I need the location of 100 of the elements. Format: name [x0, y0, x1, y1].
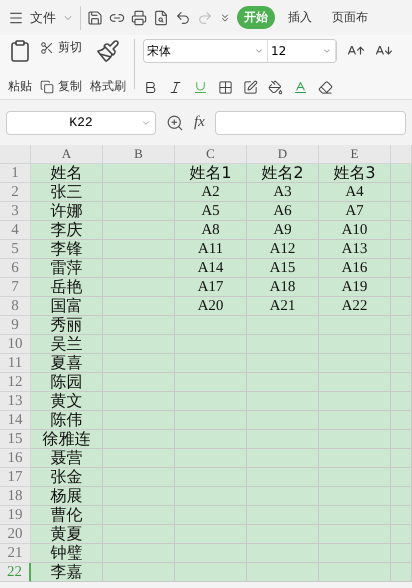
column-header[interactable]: A [31, 145, 103, 164]
row-header[interactable]: 2 [0, 183, 31, 202]
row-header[interactable]: 22 [0, 563, 31, 582]
table-cell: 张金 [31, 468, 103, 487]
row-header[interactable]: 6 [0, 259, 31, 278]
table-cell [319, 373, 391, 392]
font-name: 宋体 [147, 42, 171, 60]
table-cell: A5 [175, 202, 247, 221]
row-header[interactable]: 14 [0, 411, 31, 430]
table-cell [319, 563, 391, 582]
scissors-icon[interactable] [40, 40, 54, 54]
zoom-icon[interactable] [166, 114, 184, 132]
table-cell: 张三 [31, 183, 103, 202]
row-header[interactable]: 15 [0, 430, 31, 449]
table-cell: A20 [175, 297, 247, 316]
column-header[interactable]: E [319, 145, 391, 164]
row-header[interactable]: 5 [0, 240, 31, 259]
table-cell [391, 278, 412, 297]
table-cell [391, 487, 412, 506]
table-cell [247, 468, 319, 487]
table-cell: A13 [319, 240, 391, 259]
borders-icon[interactable] [218, 80, 233, 95]
table-cell [103, 525, 175, 544]
table-cell [391, 392, 412, 411]
table-cell [247, 354, 319, 373]
table-cell: A22 [319, 297, 391, 316]
row-header[interactable]: 8 [0, 297, 31, 316]
row-header[interactable]: 1 [0, 164, 31, 183]
undo-icon[interactable] [175, 10, 191, 26]
print-preview-icon[interactable] [153, 10, 169, 26]
paintbrush-icon[interactable] [96, 39, 120, 63]
column-header[interactable]: D [247, 145, 319, 164]
name-box[interactable]: K22 [6, 110, 156, 134]
table-cell [103, 544, 175, 563]
row-header[interactable]: 13 [0, 392, 31, 411]
column-header[interactable]: C [175, 145, 247, 164]
table-cell: A8 [175, 221, 247, 240]
table-cell: 姓名3 [319, 164, 391, 183]
row-header[interactable]: 20 [0, 525, 31, 544]
print-icon[interactable] [131, 10, 147, 26]
function-label[interactable]: fx [194, 114, 205, 131]
table-cell [103, 449, 175, 468]
table-cell [103, 221, 175, 240]
italic-icon[interactable] [168, 80, 183, 95]
table-cell: 岳艳 [31, 278, 103, 297]
row-header[interactable]: 16 [0, 449, 31, 468]
table-cell [391, 373, 412, 392]
table-cell: 陈伟 [31, 411, 103, 430]
table-cell [175, 335, 247, 354]
formula-field[interactable] [214, 110, 406, 134]
row-header[interactable]: 10 [0, 335, 31, 354]
table-cell [175, 449, 247, 468]
ribbon-tab[interactable]: 插入 [281, 6, 319, 29]
font-field[interactable]: 宋体 [144, 40, 268, 62]
row-header[interactable]: 17 [0, 468, 31, 487]
row-header[interactable]: 21 [0, 544, 31, 563]
cut-button[interactable]: 剪切 [58, 39, 82, 56]
format-painter-button[interactable]: 格式刷 [90, 78, 126, 95]
ribbon-tab[interactable]: 开始 [237, 6, 275, 29]
table-cell [319, 468, 391, 487]
row-header[interactable]: 9 [0, 316, 31, 335]
row-header[interactable]: 18 [0, 487, 31, 506]
paste-button[interactable]: 粘贴 [8, 78, 32, 95]
copy-icon[interactable] [40, 80, 54, 94]
table-cell [103, 297, 175, 316]
row-header[interactable]: 12 [0, 373, 31, 392]
table-cell: A6 [247, 202, 319, 221]
table-cell [103, 430, 175, 449]
table-cell [391, 449, 412, 468]
copy-button[interactable]: 复制 [58, 78, 82, 95]
table-cell: 黄夏 [31, 525, 103, 544]
table-cell [175, 563, 247, 582]
table-cell [319, 411, 391, 430]
ribbon-tab[interactable]: 页面布 [325, 6, 375, 29]
font-size-field[interactable]: 12 [268, 40, 336, 62]
save-icon[interactable] [87, 10, 103, 26]
more-icon[interactable] [219, 12, 231, 24]
row-header[interactable]: 11 [0, 354, 31, 373]
underline-icon[interactable] [193, 80, 208, 95]
table-cell [391, 354, 412, 373]
fill-color-icon[interactable] [268, 80, 283, 95]
row-header[interactable]: 19 [0, 506, 31, 525]
table-cell: A4 [319, 183, 391, 202]
table-cell [391, 506, 412, 525]
table-cell [391, 544, 412, 563]
table-cell [391, 202, 412, 221]
edit-icon[interactable] [243, 80, 258, 95]
file-menu[interactable]: 文件 [30, 8, 56, 26]
table-cell: A11 [175, 240, 247, 259]
clipboard-icon[interactable] [8, 39, 32, 63]
table-cell: A12 [247, 240, 319, 259]
eraser-icon[interactable] [318, 80, 333, 95]
font-color-icon[interactable] [293, 80, 308, 95]
table-cell [103, 506, 175, 525]
row-header[interactable]: 4 [0, 221, 31, 240]
row-header[interactable]: 7 [0, 278, 31, 297]
table-cell [103, 202, 175, 221]
table-cell [319, 525, 391, 544]
column-header[interactable]: B [103, 145, 175, 164]
row-header[interactable]: 3 [0, 202, 31, 221]
